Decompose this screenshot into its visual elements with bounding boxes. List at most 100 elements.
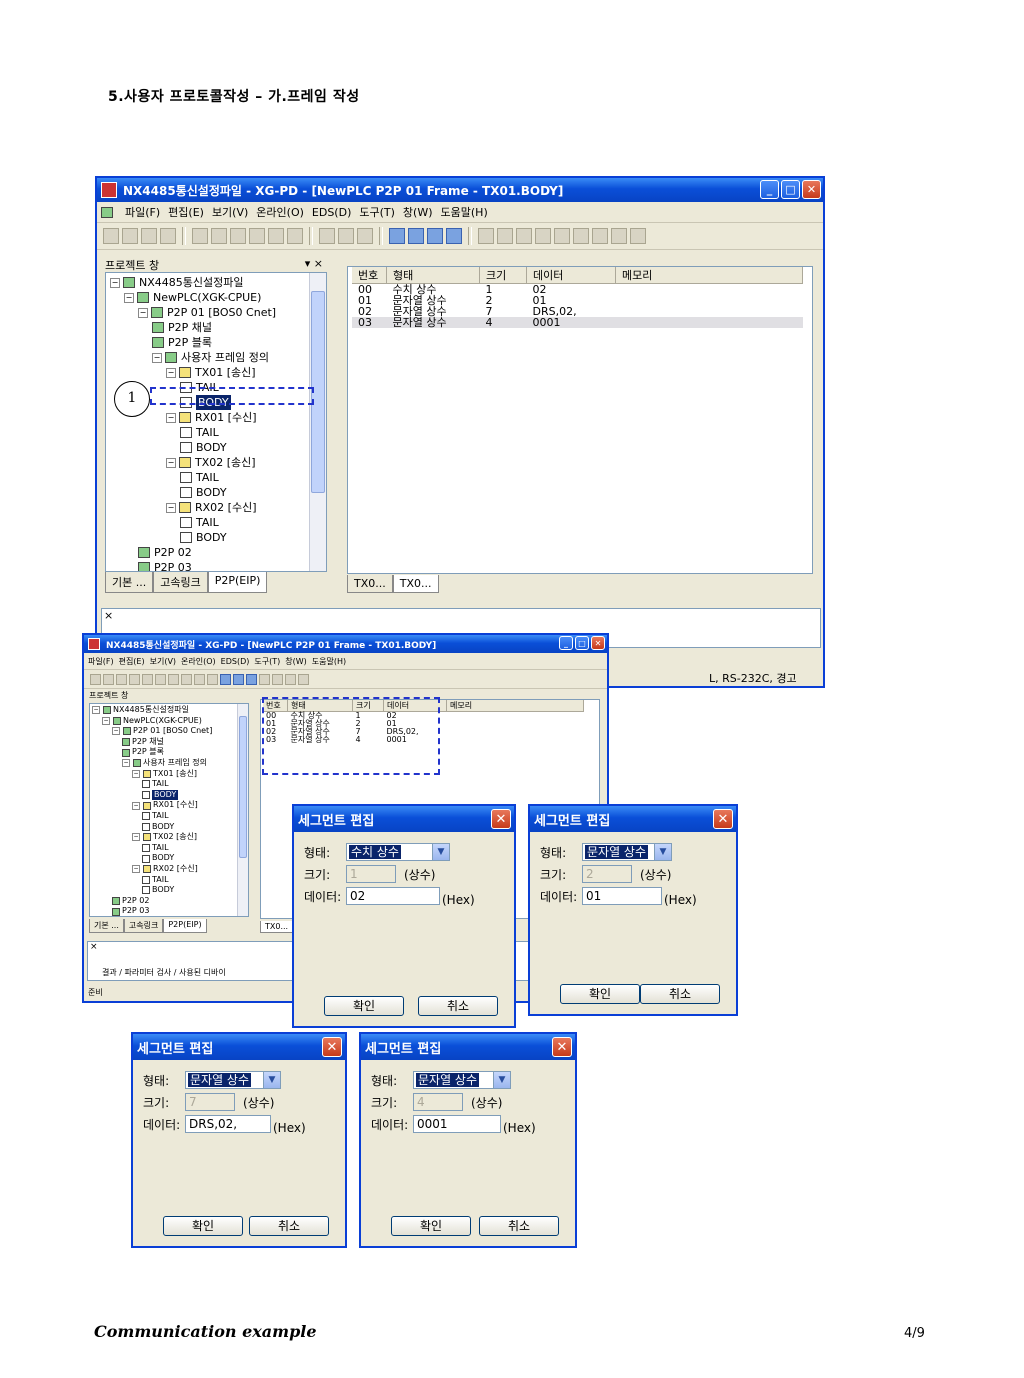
copy-icon[interactable]	[181, 673, 192, 685]
ok-button[interactable]: 확인	[324, 996, 404, 1016]
cancel-button[interactable]: 취소	[479, 1216, 559, 1236]
tree-node[interactable]: P2P 02	[92, 896, 212, 907]
layout-icon[interactable]	[233, 673, 244, 685]
new-icon[interactable]	[90, 673, 101, 685]
output-close-icon[interactable]: ×	[90, 942, 98, 952]
zoom-in-icon[interactable]	[338, 228, 354, 244]
monitor-icon[interactable]	[592, 228, 608, 244]
tree-node[interactable]: − TX02 [송신]	[110, 455, 276, 470]
tab-basic[interactable]: 기본 ...	[105, 572, 154, 593]
layout-icon[interactable]	[427, 228, 443, 244]
menu-edit[interactable]: 편집(E)	[168, 204, 204, 220]
dialog-close-button[interactable]: ✕	[713, 809, 733, 829]
tree-scrollbar[interactable]	[237, 704, 248, 916]
tree-node[interactable]: BODY	[92, 853, 212, 864]
ok-button[interactable]: 확인	[163, 1216, 243, 1236]
maximize-button[interactable]: □	[575, 636, 589, 650]
second-window-titlebar[interactable]: NX4485통신설정파일 - XG-PD - [NewPLC P2P 01 Fr…	[84, 635, 607, 653]
redo-icon[interactable]	[211, 228, 227, 244]
paste-icon[interactable]	[194, 673, 205, 685]
dialog-titlebar[interactable]: 세그먼트 편집 ✕	[530, 806, 736, 832]
maximize-button[interactable]: □	[781, 180, 800, 199]
layout-icon[interactable]	[446, 228, 462, 244]
dialog-titlebar[interactable]: 세그먼트 편집 ✕	[133, 1034, 345, 1060]
tree-node[interactable]: − NX4485통신설정파일	[110, 275, 276, 290]
expand-toggle-icon[interactable]: −	[138, 307, 148, 318]
layout-icon[interactable]	[408, 228, 424, 244]
network-icon[interactable]	[516, 228, 532, 244]
output-close-icon[interactable]: ×	[104, 609, 113, 622]
download-icon[interactable]	[554, 228, 570, 244]
col-memory[interactable]: 메모리	[446, 700, 584, 712]
tree-node[interactable]: TAIL	[110, 515, 276, 530]
tree-scrollbar[interactable]	[309, 273, 326, 571]
tree-node[interactable]: BODY	[110, 440, 276, 455]
network-icon[interactable]	[535, 228, 551, 244]
delete-icon[interactable]	[207, 673, 218, 685]
cut-icon[interactable]	[230, 228, 246, 244]
menu-online[interactable]: 온라인(O)	[256, 204, 304, 220]
layout-icon[interactable]	[220, 673, 231, 685]
tree-node[interactable]: BODY	[92, 822, 212, 833]
dialog-titlebar[interactable]: 세그먼트 편집 ✕	[294, 806, 514, 832]
tree-node[interactable]: BODY	[92, 885, 212, 896]
tree-node[interactable]: P2P 02	[110, 545, 276, 560]
cancel-button[interactable]: 취소	[249, 1216, 329, 1236]
copy-icon[interactable]	[249, 228, 265, 244]
tree-node[interactable]: − 사용자 프레임 정의	[92, 758, 212, 769]
layout-icon[interactable]	[389, 228, 405, 244]
chevron-down-icon[interactable]: ▼	[654, 844, 671, 860]
tree-node[interactable]: TAIL	[110, 425, 276, 440]
tree-node[interactable]: − RX01 [수신]	[92, 800, 212, 811]
dialog-titlebar[interactable]: 세그먼트 편집 ✕	[361, 1034, 575, 1060]
menu-file[interactable]: 파일(F)	[88, 656, 114, 667]
save-icon[interactable]	[141, 228, 157, 244]
layout-icon[interactable]	[246, 673, 257, 685]
col-data[interactable]: 데이터	[526, 267, 616, 284]
close-button[interactable]: ✕	[802, 180, 821, 199]
col-memory[interactable]: 메모리	[615, 267, 803, 284]
menu-window[interactable]: 창(W)	[403, 204, 433, 220]
undo-icon[interactable]	[192, 228, 208, 244]
tree-node[interactable]: − NX4485통신설정파일	[92, 705, 212, 716]
menu-edit[interactable]: 편집(E)	[119, 656, 145, 667]
menu-online[interactable]: 온라인(O)	[181, 656, 216, 667]
print-icon[interactable]	[160, 228, 176, 244]
tree-node[interactable]: − RX02 [수신]	[110, 500, 276, 515]
cut-icon[interactable]	[168, 673, 179, 685]
table-row[interactable]: 03 문자열 상수 4 0001	[352, 317, 803, 328]
type-select[interactable]: 문자열 상수 ▼	[582, 843, 672, 861]
expand-toggle-icon[interactable]: −	[110, 277, 120, 288]
col-type[interactable]: 형태	[386, 267, 480, 284]
diagnosis-icon[interactable]	[630, 228, 646, 244]
tree-node[interactable]: − TX02 [송신]	[92, 832, 212, 843]
monitor-icon[interactable]	[611, 228, 627, 244]
scrollbar-thumb[interactable]	[239, 716, 247, 858]
undo-icon[interactable]	[142, 673, 153, 685]
dialog-close-button[interactable]: ✕	[491, 809, 511, 829]
menu-eds[interactable]: EDS(D)	[312, 206, 351, 219]
tree-node[interactable]: − P2P 01 [BOS0 Cnet]	[92, 726, 212, 737]
open-icon[interactable]	[103, 673, 114, 685]
pane-close-icon[interactable]: ▾ ×	[305, 257, 323, 270]
expand-toggle-icon[interactable]: −	[152, 352, 162, 363]
tab-highspeed-link[interactable]: 고속링크	[153, 572, 208, 593]
chevron-down-icon[interactable]: ▼	[493, 1072, 510, 1088]
main-window-titlebar[interactable]: NX4485통신설정파일 - XG-PD - [NewPLC P2P 01 Fr…	[97, 178, 823, 202]
tree-node[interactable]: − TX01 [송신]	[92, 769, 212, 780]
tree-node[interactable]: P2P 03	[92, 906, 212, 916]
expand-toggle-icon[interactable]: −	[166, 412, 176, 423]
data-field[interactable]: 01	[582, 887, 662, 905]
cancel-button[interactable]: 취소	[640, 984, 720, 1004]
menu-tools[interactable]: 도구(T)	[359, 204, 395, 220]
data-field[interactable]: DRS,02,	[185, 1115, 271, 1133]
network-icon[interactable]	[497, 228, 513, 244]
expand-toggle-icon[interactable]: −	[122, 759, 130, 768]
doc-tab-tx01[interactable]: TX0...	[347, 575, 393, 593]
expand-toggle-icon[interactable]: −	[124, 292, 134, 303]
cancel-button[interactable]: 취소	[418, 996, 498, 1016]
menu-view[interactable]: 보기(V)	[150, 656, 176, 667]
tree-node[interactable]: P2P 채널	[110, 320, 276, 335]
expand-toggle-icon[interactable]: −	[132, 769, 140, 778]
expand-toggle-icon[interactable]: −	[166, 367, 176, 378]
